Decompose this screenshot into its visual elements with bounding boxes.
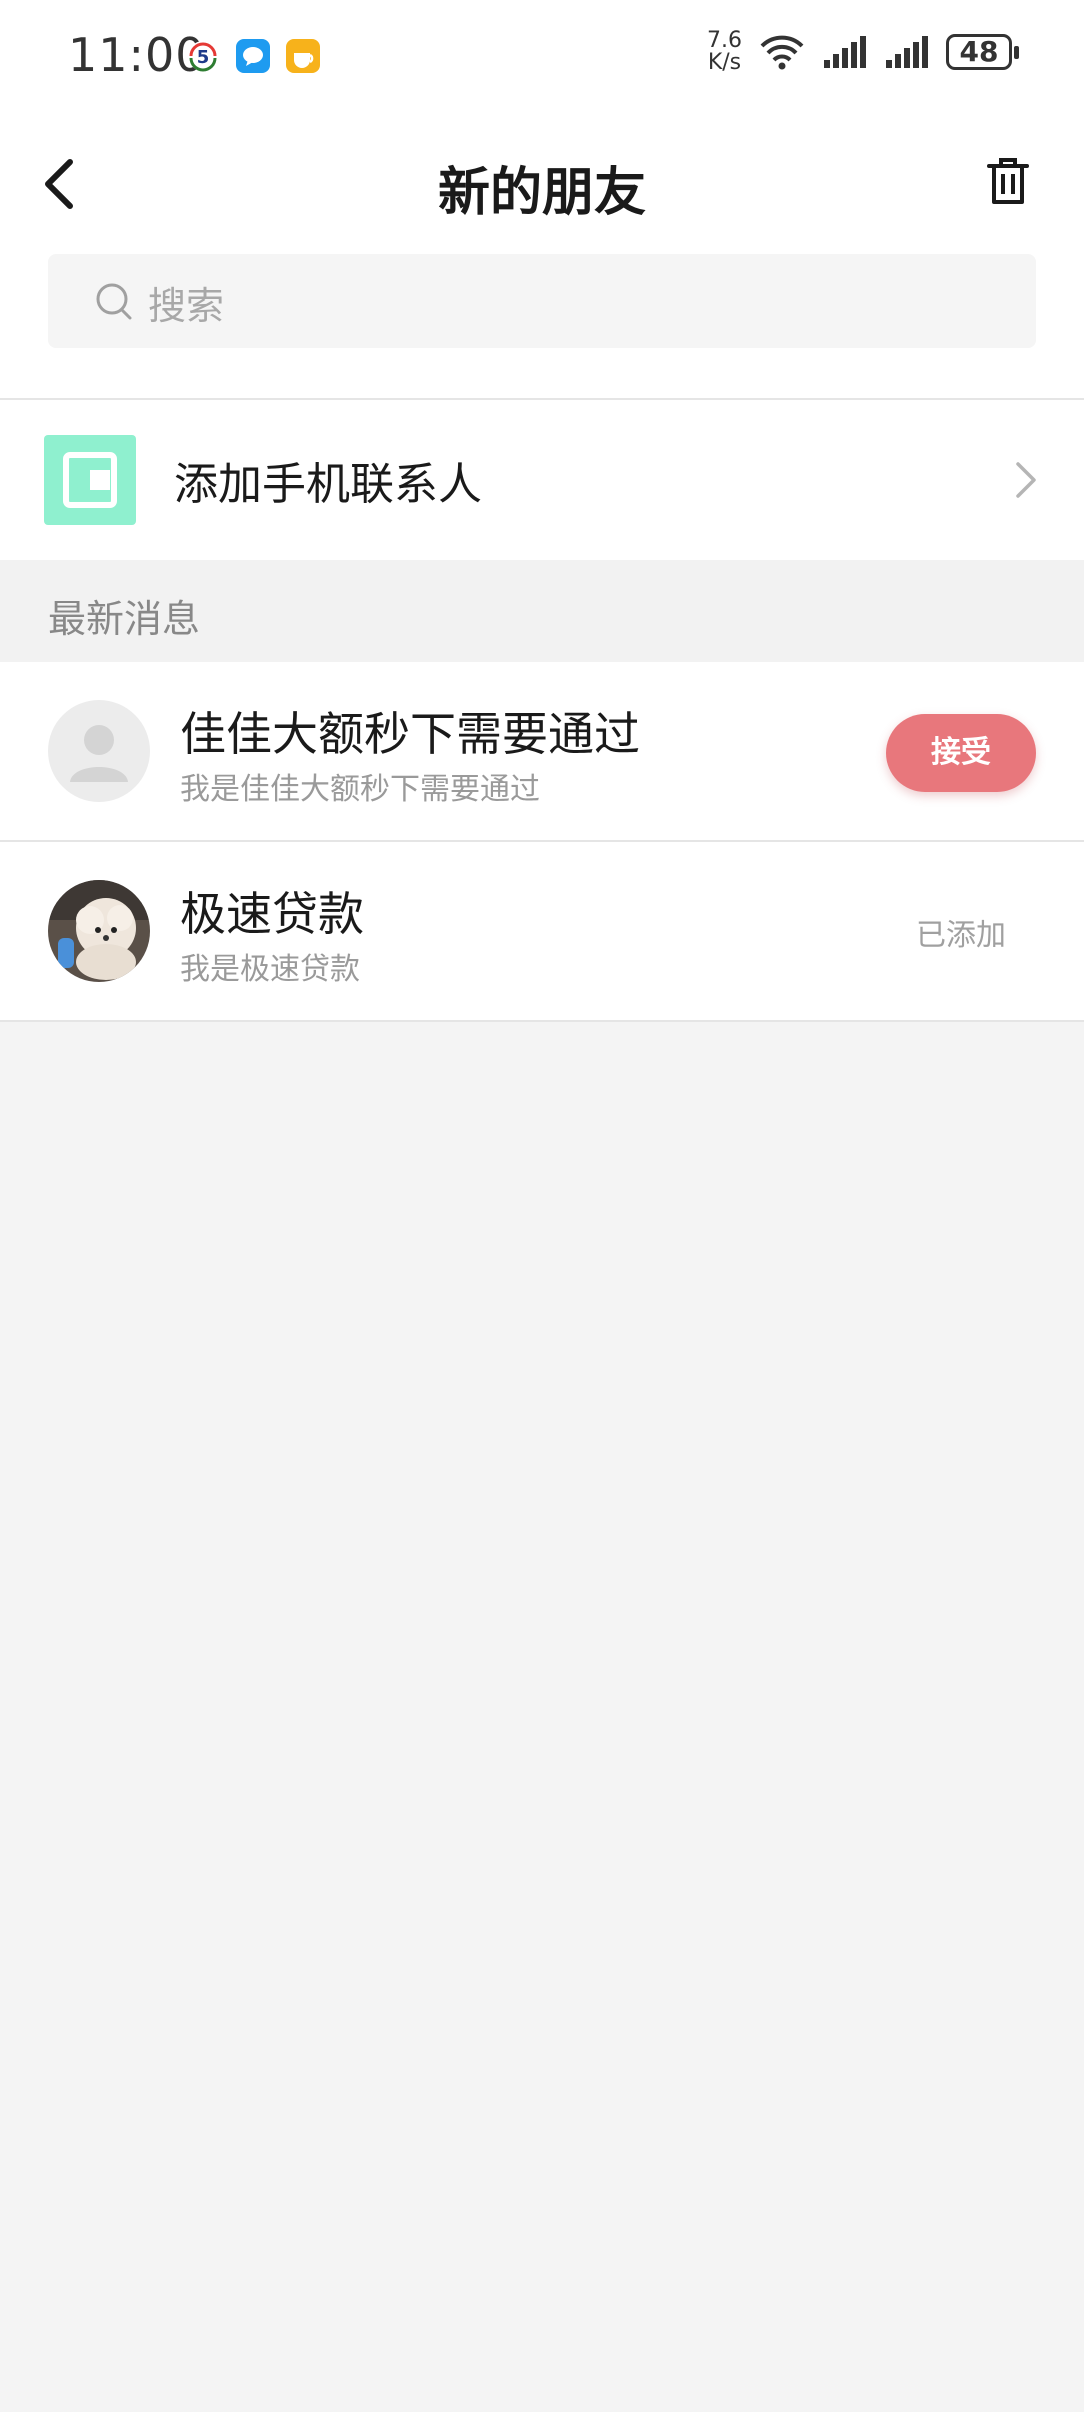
trash-icon[interactable] [984,156,1032,208]
app-notification-icon [286,39,320,73]
added-status: 已添加 [916,918,1006,953]
friend-name: 佳佳大额秒下需要通过 [180,707,640,761]
wifi-icon [760,35,804,70]
search-icon [96,283,132,320]
friend-message: 我是极速贷款 [180,952,360,987]
section-label: 最新消息 [48,597,201,641]
avatar [48,700,150,802]
battery-indicator: 48 [946,34,1019,70]
screen: 11:00 5 7.6 K/s 48 新的朋友 搜索 添加手机联系人 最新消息 … [0,0,1084,2412]
friend-request-row[interactable]: 极速贷款 我是极速贷款 已添加 [0,842,1084,1020]
avatar [48,880,150,982]
notification-icons: 5 [185,38,321,74]
network-speed: 7.6 K/s [707,30,742,74]
chevron-right-icon [1016,462,1036,498]
cellular-signal-icon-2 [886,36,928,68]
add-phone-contacts-label: 添加手机联系人 [174,459,482,510]
page-title: 新的朋友 [437,163,646,223]
add-phone-contacts-row[interactable]: 添加手机联系人 [0,400,1084,560]
search-area: 搜索 [0,252,1084,398]
accept-button[interactable]: 接受 [886,714,1036,792]
nav-bar: 新的朋友 [0,112,1084,252]
divider [0,1020,1084,1022]
search-input[interactable]: 搜索 [48,254,1036,348]
status-indicators: 7.6 K/s 48 [707,30,1019,74]
app-5-notification-icon: 5 [188,41,218,72]
section-header: 最新消息 [0,560,1084,662]
cellular-signal-icon-1 [824,36,866,68]
friend-message: 我是佳佳大额秒下需要通过 [180,772,540,807]
svg-text:5: 5 [197,47,210,68]
friend-name: 极速贷款 [180,887,364,941]
message-notification-icon [236,39,270,73]
network-speed-unit: K/s [707,50,742,75]
network-speed-value: 7.6 [707,28,742,53]
status-bar: 11:00 5 7.6 K/s 48 [0,0,1084,112]
search-placeholder: 搜索 [148,284,225,328]
friend-request-row[interactable]: 佳佳大额秒下需要通过 我是佳佳大额秒下需要通过 接受 [0,662,1084,840]
phone-contacts-icon [44,435,136,525]
